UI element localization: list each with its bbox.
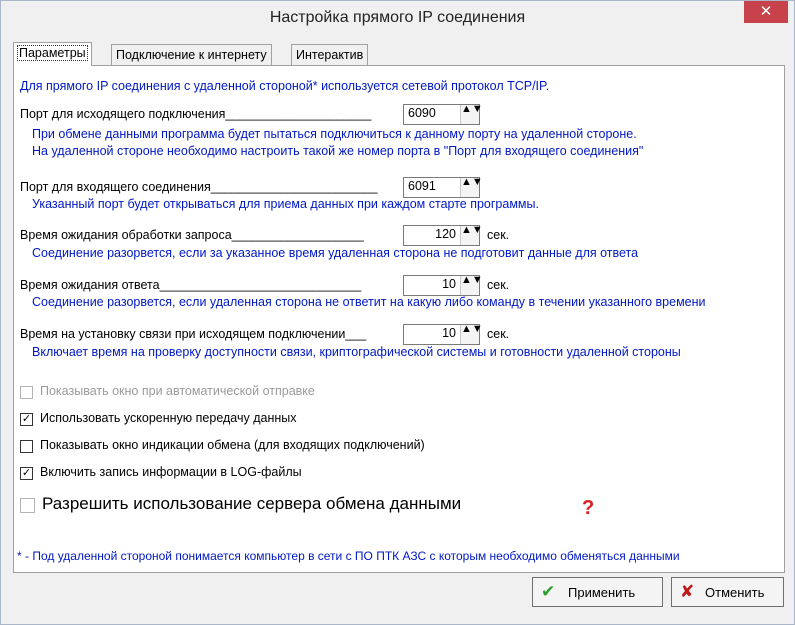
connect-timeout-value: 10 [442,326,456,340]
checkbox-exchange-indicator[interactable] [20,440,33,453]
dialog-body: Параметры Подключение к интернету Интера… [9,38,787,616]
in-port-spinner[interactable]: 6091 ▲▼ [403,177,483,198]
out-port-desc-1: При обмене данными программа будет пытат… [32,127,637,141]
request-timeout-spinner[interactable]: 120 ▲▼ [403,225,483,246]
in-port-value: 6091 [408,179,436,193]
check-mark-icon: ✓ [21,413,32,425]
checkmark-icon: ✔ [541,582,556,601]
checkbox-label-exchange-indicator: Показывать окно индикации обмена (для вх… [40,438,425,452]
apply-button[interactable]: ✔ Применить [532,577,663,607]
response-timeout-spinner[interactable]: 10 ▲▼ [403,275,483,296]
close-button[interactable]: ✕ [744,1,788,23]
cancel-button-label: Отменить [705,585,765,600]
checkbox-label-auto-send-window: Показывать окно при автоматической отпра… [40,384,315,398]
checkbox-label-log-files: Включить запись информации в LOG-файлы [40,465,302,479]
cancel-button[interactable]: ✘ Отменить [671,577,784,607]
check-mark-icon: ✓ [21,467,32,479]
out-port-desc-2: На удаленной стороне необходимо настроит… [32,144,644,158]
tab-panel-parameters: Для прямого IP соединения с удаленной ст… [13,65,785,573]
in-port-label: Порт для входящего соединения___________… [20,180,378,194]
spin-arrows-icon[interactable]: ▲▼ [460,225,483,245]
checkbox-log-files[interactable]: ✓ [20,467,33,480]
in-port-desc: Указанный порт будет открываться для при… [32,197,539,211]
response-timeout-desc: Соединение разорвется, если удаленная ст… [32,295,706,309]
close-icon: ✕ [759,3,773,20]
spin-arrows-icon[interactable]: ▲▼ [460,324,483,344]
spin-arrows-icon[interactable]: ▲▼ [460,177,483,197]
apply-button-label: Применить [568,585,636,600]
response-timeout-label: Время ожидания ответа___________________… [20,278,362,292]
spin-arrows-icon[interactable]: ▲▼ [460,104,483,124]
title-bar: Настройка прямого IP соединения ✕ [1,1,794,37]
request-timeout-value: 120 [435,227,456,241]
window-title: Настройка прямого IP соединения [269,9,526,26]
cross-icon: ✘ [680,582,695,601]
intro-text: Для прямого IP соединения с удаленной ст… [20,79,550,93]
tab-parameters[interactable]: Параметры [13,42,92,66]
spin-arrows-icon[interactable]: ▲▼ [460,275,483,295]
request-timeout-unit: сек. [487,228,510,242]
connect-timeout-spinner[interactable]: 10 ▲▼ [403,324,483,345]
out-port-spinner[interactable]: 6090 ▲▼ [403,104,483,125]
out-port-value: 6090 [408,106,436,120]
checkbox-label-fast-transfer: Использовать ускоренную передачу данных [40,411,297,425]
connect-timeout-desc: Включает время на проверку доступности с… [32,345,681,359]
response-timeout-value: 10 [442,277,456,291]
out-port-label: Порт для исходящего подключения_________… [20,107,372,121]
connect-timeout-label: Время на установку связи при исходящем п… [20,327,367,341]
checkbox-auto-send-window[interactable] [20,386,33,399]
checkbox-fast-transfer[interactable]: ✓ [20,413,33,426]
checkbox-label-exchange-server: Разрешить использование сервера обмена д… [42,494,462,513]
tab-internet-connection[interactable]: Подключение к интернету [111,44,272,65]
settings-dialog: Настройка прямого IP соединения ✕ Параме… [0,0,795,625]
connect-timeout-unit: сек. [487,327,510,341]
request-timeout-desc: Соединение разорвется, если за указанное… [32,246,639,260]
checkbox-exchange-server[interactable] [20,498,35,513]
response-timeout-unit: сек. [487,278,510,292]
help-question-icon[interactable]: ? [582,497,594,520]
footnote: * - Под удаленной стороной понимается ко… [17,549,680,563]
tab-interactive[interactable]: Интерактив [291,44,369,65]
request-timeout-label: Время ожидания обработки запроса________… [20,228,364,242]
